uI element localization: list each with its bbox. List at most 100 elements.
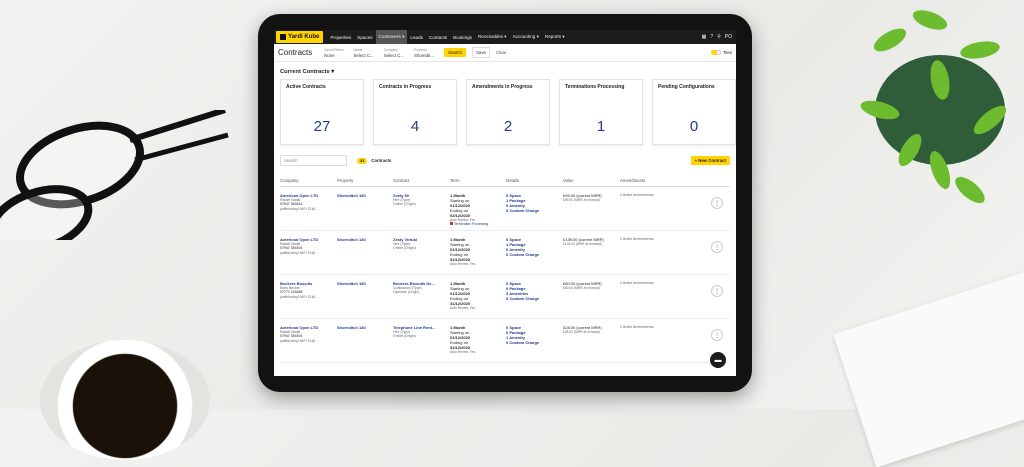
filter-company[interactable]: Company Select C...	[384, 48, 404, 58]
user-menu[interactable]: PO	[725, 34, 732, 40]
details-cell: 0 Space 0 Package 1 Amenity 0 Custom Charge	[506, 325, 563, 362]
tiles-toggle[interactable]: Tiles	[710, 50, 732, 55]
email: judithhorley1967+21@...	[280, 250, 319, 255]
property-cell: Shoreditch 180	[337, 281, 393, 318]
termination-text: Termination Processing	[454, 222, 489, 226]
filter-saved[interactable]: Saved Filters None	[324, 48, 343, 58]
new-contract-button[interactable]: + New Contract	[690, 156, 730, 165]
nav-customers[interactable]: Customers ▾	[375, 30, 408, 44]
auto-renew: Auto Renew: Yes	[450, 262, 476, 266]
column-header-value[interactable]: Value	[563, 178, 620, 183]
renewal-mrr: £99.00 (MRR at renewal)	[563, 198, 600, 202]
table-body: American Open LTD Rafael Nadal 07947 35430…	[274, 187, 736, 363]
details-cell: 0 Space 0 Package 3 Amenities 0 Custom Char…	[506, 281, 563, 318]
nav-reports[interactable]: Reports ▾	[542, 30, 568, 44]
help-icon[interactable]: ?	[710, 34, 713, 40]
app-screen: Yardi Kube Properties Spaces Customers ▾…	[274, 30, 736, 376]
nav-bookings[interactable]: Bookings	[450, 30, 475, 44]
column-header-property[interactable]: Property	[337, 178, 393, 183]
details-cell: 0 Space 1 Package 0 Amenity 0 Custom Charge	[506, 193, 563, 230]
email: judithhorley1967+21@...	[280, 206, 319, 211]
property-cell: Shoreditch 180	[337, 237, 393, 274]
company-cell: American Open LTD Rafael Nadal 07947 35430…	[280, 193, 337, 230]
property-link[interactable]: Shoreditch 180	[337, 237, 393, 242]
card-title: Pending Configurations	[658, 84, 715, 90]
page-title: Contracts	[278, 48, 313, 57]
calendar-icon[interactable]: ▦	[702, 34, 707, 40]
column-header-company[interactable]: Company	[280, 178, 337, 183]
property-link[interactable]: Shoreditch 180	[337, 281, 393, 286]
card-value: 1	[596, 118, 606, 135]
column-header-amendments[interactable]: Amendments	[620, 178, 705, 183]
chat-icon[interactable]: ▬	[710, 352, 726, 368]
current-contracts-dropdown[interactable]: Current Contracts ▾	[280, 69, 736, 75]
save-button[interactable]: Save	[471, 47, 490, 58]
amendments-cell: 0 Active Amendments	[620, 193, 705, 230]
filter-value: Shoredit...	[414, 52, 435, 58]
property-cell: Shoreditch 180	[337, 193, 393, 230]
logo-text: Yardi Kube	[288, 34, 320, 40]
term-cell: 1 Month Starting on 01/12/2020 Ending on 02/…	[450, 193, 506, 230]
auto-renew: Auto Renew: Yes	[450, 306, 476, 310]
toggle-switch[interactable]	[710, 50, 721, 55]
table-row[interactable]: American Open LTD Rafael Nadal 07947 35430…	[280, 231, 730, 275]
company-cell: American Open LTD Rafael Nadal 07947 35430…	[280, 325, 337, 362]
table-row[interactable]: Beckers Biscuits Boris Becker 07777 123456…	[280, 275, 730, 319]
card-title: Amendments in Progress	[472, 84, 533, 90]
table-row[interactable]: American Open LTD Rafael Nadal 07947 35430…	[280, 319, 730, 363]
table-header: Company Property Contract Term Details V…	[280, 178, 730, 187]
clear-button[interactable]: Clear	[496, 50, 507, 55]
card-pending-configurations[interactable]: Pending Configurations 0	[652, 79, 736, 145]
row-actions-menu-icon[interactable]: ⋮	[711, 285, 723, 297]
filter-property[interactable]: Property Shoredit...	[414, 48, 434, 58]
termination-status: Termination Processing	[450, 222, 506, 226]
yardi-kube-logo[interactable]: Yardi Kube	[276, 31, 324, 43]
nav-receivables[interactable]: Receivables ▾	[475, 30, 510, 44]
card-value: 27	[313, 118, 331, 135]
paper-decoration	[833, 272, 1024, 467]
column-header-details[interactable]: Details	[506, 178, 563, 183]
detail-custom-charge[interactable]: 0 Custom Charge	[506, 296, 563, 301]
table-row[interactable]: American Open LTD Rafael Nadal 07947 35430…	[280, 187, 730, 231]
detail-custom-charge[interactable]: 0 Custom Charge	[506, 208, 563, 213]
card-contracts-in-progress[interactable]: Contracts in Progress 4	[373, 79, 457, 145]
value-cell: £139.00 (current MRR) £139.00 (MRR at ren…	[563, 237, 620, 274]
term-cell: 1 Month Starting on 01/12/2020 Ending on 31/…	[450, 237, 506, 274]
contract-cell: Telephone Line Rent... Hire (Type) Online …	[393, 325, 450, 362]
flag-icon	[450, 222, 453, 225]
contract-cell: Zesty Virtual Hire (Type) Online (Origin)	[393, 237, 450, 274]
column-header-contract[interactable]: Contract	[393, 178, 450, 183]
search-input[interactable]: Search	[280, 155, 347, 166]
contract-cell: Zesty 50 Hire (Type) Online (Origin)	[393, 193, 450, 230]
value-cell: £99.00 (current MRR) £99.00 (MRR at renew…	[563, 193, 620, 230]
detail-custom-charge[interactable]: 0 Custom Charge	[506, 340, 563, 345]
nav-spaces[interactable]: Spaces	[354, 30, 375, 44]
detail-custom-charge[interactable]: 0 Custom Charge	[506, 252, 563, 257]
row-actions-menu-icon[interactable]: ⋮	[711, 197, 723, 209]
filter-name[interactable]: Name Select C...	[353, 48, 373, 58]
contracts-count-label: Contracts	[371, 158, 392, 163]
amendments-cell: 0 Active Amendments	[620, 237, 705, 274]
card-terminations-processing[interactable]: Terminations Processing 1	[559, 79, 643, 145]
row-actions-menu-icon[interactable]: ⋮	[711, 241, 723, 253]
renewal-mrr: £139.00 (MRR at renewal)	[563, 242, 602, 246]
card-active-contracts[interactable]: Active Contracts 27	[280, 79, 364, 145]
filter-value: None	[324, 52, 335, 58]
property-link[interactable]: Shoreditch 180	[337, 325, 393, 330]
property-link[interactable]: Shoreditch 180	[337, 193, 393, 198]
column-header-term[interactable]: Term	[450, 178, 506, 183]
row-actions-menu-icon[interactable]: ⋮	[711, 329, 723, 341]
nav-contacts[interactable]: Contacts	[426, 30, 450, 44]
nav-leads[interactable]: Leads	[407, 30, 426, 44]
email: judithhorley1967+21@...	[280, 294, 319, 299]
card-value: 0	[689, 118, 699, 135]
search-button[interactable]: Search	[444, 48, 466, 57]
renewal-mrr: £28.00 (MRR at renewal)	[563, 330, 600, 334]
search-icon[interactable]: ⚲	[717, 34, 721, 40]
card-title: Terminations Processing	[565, 84, 625, 90]
nav-accounting[interactable]: Accounting ▾	[510, 30, 542, 44]
details-cell: 0 Space 1 Package 0 Amenity 0 Custom Charge	[506, 237, 563, 274]
plant-decoration	[860, 10, 1007, 204]
nav-properties[interactable]: Properties	[327, 30, 354, 44]
card-amendments-in-progress[interactable]: Amendments in Progress 2	[466, 79, 550, 145]
